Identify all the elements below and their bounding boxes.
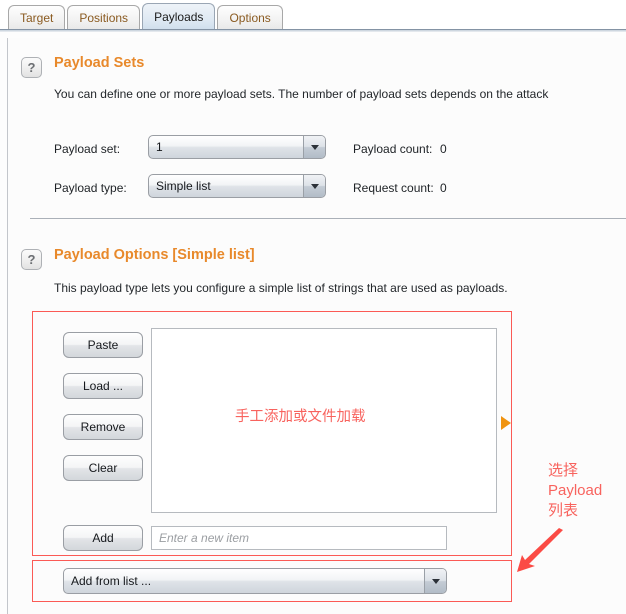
paste-button-label: Paste (87, 338, 119, 352)
clear-button-label: Clear (88, 461, 118, 475)
annotation-side-note-line2: Payload (548, 482, 603, 499)
payload-options-help-icon[interactable]: ? (21, 249, 42, 270)
payload-list-box[interactable]: 手工添加或文件加载 (151, 328, 497, 513)
tab-positions-label: Positions (79, 11, 129, 25)
chevron-down-icon (303, 136, 325, 158)
tab-options[interactable]: Options (217, 5, 283, 30)
payload-type-value: Simple list (156, 179, 211, 193)
annotation-side-note-line1: 选择 (548, 462, 579, 479)
payload-sets-title: Payload Sets (54, 55, 145, 71)
load-button-label: Load ... (82, 379, 124, 393)
payload-sets-description: You can define one or more payload sets.… (54, 87, 549, 101)
payload-set-label: Payload set: (54, 142, 121, 156)
chevron-down-icon (303, 175, 325, 197)
remove-button[interactable]: Remove (63, 414, 143, 440)
section-divider (30, 218, 626, 219)
load-button[interactable]: Load ... (63, 373, 143, 399)
payload-type-dropdown[interactable]: Simple list (148, 174, 326, 198)
remove-button-label: Remove (80, 420, 126, 434)
tab-options-label: Options (229, 11, 271, 25)
payload-set-value: 1 (156, 140, 163, 154)
add-from-list-value: Add from list ... (71, 574, 152, 588)
add-button-label: Add (92, 531, 114, 545)
tab-bar-underline (0, 29, 626, 32)
tab-positions[interactable]: Positions (67, 5, 141, 30)
tab-target-label: Target (20, 11, 54, 25)
chevron-down-icon (424, 569, 446, 593)
list-manual-add-note: 手工添加或文件加载 (235, 409, 366, 425)
triangle-right-icon[interactable] (501, 416, 511, 430)
request-count-label: Request count: (353, 181, 434, 195)
content-panel: ? Payload Sets You can define one or mor… (7, 38, 626, 614)
payload-options-title: Payload Options [Simple list] (54, 247, 255, 263)
new-item-input[interactable]: Enter a new item (151, 526, 447, 550)
payload-count-value: 0 (440, 142, 447, 156)
burp-intruder-payloads-screen: Target Positions Payloads Options ? Payl… (0, 0, 626, 614)
tab-target[interactable]: Target (8, 5, 66, 30)
request-count-value: 0 (440, 181, 447, 195)
payload-type-label: Payload type: (54, 181, 127, 195)
paste-button[interactable]: Paste (63, 332, 143, 358)
add-button[interactable]: Add (63, 525, 143, 551)
payload-set-dropdown[interactable]: 1 (148, 135, 326, 159)
tab-strip: Target Positions Payloads Options (8, 3, 283, 30)
tab-payloads[interactable]: Payloads (142, 3, 216, 30)
payload-count-label: Payload count: (353, 142, 433, 156)
tab-bar: Target Positions Payloads Options (0, 0, 626, 32)
add-from-list-dropdown[interactable]: Add from list ... (63, 568, 447, 594)
annotation-side-note-line3: 列表 (548, 502, 579, 519)
payload-options-description: This payload type lets you configure a s… (54, 281, 508, 295)
clear-button[interactable]: Clear (63, 455, 143, 481)
tab-payloads-label: Payloads (154, 10, 204, 24)
payload-sets-help-icon[interactable]: ? (21, 57, 42, 78)
